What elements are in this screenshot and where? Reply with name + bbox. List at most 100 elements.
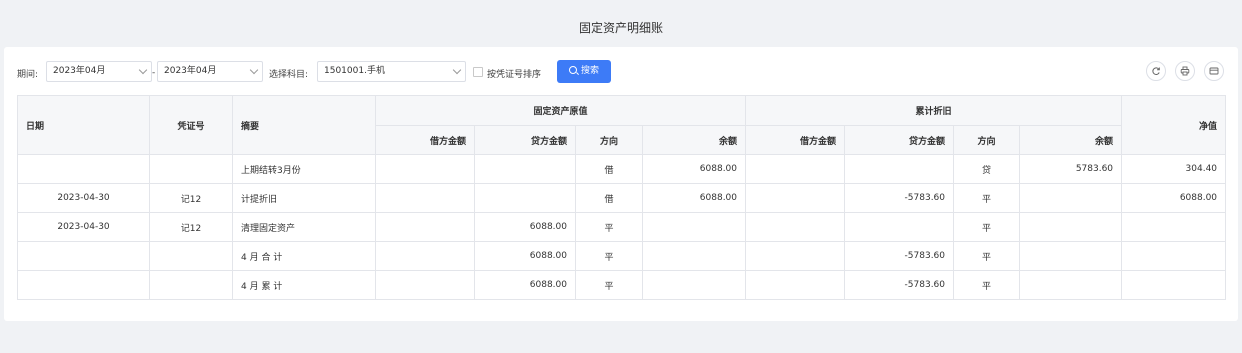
cell-original-credit: 6088.00 [474,270,576,300]
cell-depreciation-debit [745,270,846,300]
cell-net [1121,212,1227,242]
cell-original-credit: 6088.00 [474,212,576,242]
cell-summary: 清理固定资产 [232,212,376,242]
table-row: 2023-04-30 记12 计提折旧 借 6088.00 -5783.60 平… [17,183,1227,213]
cell-date: 2023-04-30 [17,183,150,213]
depreciation-debit-header: 借方金额 [745,125,846,155]
period-end-select[interactable]: 2023年04月 [157,61,263,82]
cell-depreciation-debit [745,212,846,242]
cell-depreciation-debit [745,183,846,213]
cell-summary: 计提折旧 [232,183,376,213]
cell-depreciation-balance: 5783.60 [1019,154,1123,184]
cell-original-balance [641,270,747,300]
table-row: 上期结转3月份 借 6088.00 贷 5783.60 304.40 [17,154,1227,184]
cell-original-credit [474,154,576,184]
cell-original-balance [641,212,747,242]
cell-summary: 上期结转3月份 [232,154,376,184]
original-debit-header: 借方金额 [375,125,475,155]
depreciation-balance-header: 余额 [1019,125,1123,155]
refresh-icon [1152,67,1160,75]
cell-original-direction: 平 [575,212,643,242]
period-label: 期间: [17,70,39,80]
period-start-select[interactable]: 2023年04月 [46,61,152,82]
cell-date [17,154,150,184]
cell-depreciation-direction: 贷 [953,154,1021,184]
depreciation-direction-header: 方向 [953,125,1021,155]
cell-voucher [149,154,233,184]
sort-by-voucher-label[interactable]: 按凭证号排序 [487,67,541,80]
cell-depreciation-direction: 平 [953,183,1021,213]
original-direction-header: 方向 [575,125,643,155]
cell-original-balance: 6088.00 [641,183,747,213]
chevron-down-icon [452,65,462,75]
original-balance-header: 余额 [641,125,747,155]
cell-voucher [149,270,233,300]
subject-value: 1501001.手机 [324,66,385,76]
search-button-label: 搜索 [580,66,599,76]
cell-original-debit [375,183,475,213]
table-row: 2023-04-30 记12 清理固定资产 6088.00 平 平 [17,212,1227,242]
cell-original-direction: 平 [575,241,643,271]
cell-net: 304.40 [1121,154,1227,184]
cell-depreciation-direction: 平 [953,212,1021,242]
filter-toolbar: 期间: 2023年04月 - 2023年04月 选择科目: 1501001.手机… [4,47,1238,95]
print-button[interactable] [1175,61,1195,81]
printer-icon [1180,66,1190,76]
group-depreciation-header: 累计折旧 [745,95,1123,126]
refresh-button[interactable] [1146,61,1166,81]
cell-original-debit [375,212,475,242]
search-icon [568,66,577,74]
cell-original-direction: 借 [575,183,643,213]
group-original-value-header: 固定资产原值 [374,95,747,126]
search-button[interactable]: 搜索 [557,60,611,83]
cell-depreciation-balance [1019,241,1123,271]
cell-summary: 4 月 累 计 [232,270,376,300]
cell-summary: 4 月 合 计 [232,241,376,271]
cell-net [1121,241,1227,271]
cell-depreciation-debit [745,154,846,184]
cell-voucher[interactable]: 记12 [149,183,233,213]
cell-depreciation-balance [1019,212,1123,242]
cell-depreciation-balance [1019,270,1123,300]
chevron-down-icon [138,65,148,75]
col-net-header: 净值 [1121,95,1227,155]
cell-original-balance: 6088.00 [641,154,747,184]
cell-voucher[interactable]: 记12 [149,212,233,242]
cell-original-balance [641,241,747,271]
cell-original-debit [375,270,475,300]
subject-select[interactable]: 1501001.手机 [317,61,466,82]
cell-date: 2023-04-30 [17,212,150,242]
cell-depreciation-credit [844,154,955,184]
period-start-value: 2023年04月 [53,66,106,76]
subject-label: 选择科目: [269,70,309,80]
cell-date [17,270,150,300]
col-voucher-header: 凭证号 [149,95,233,155]
cell-depreciation-direction: 平 [953,270,1021,300]
cell-original-debit [375,154,475,184]
cell-original-debit [375,241,475,271]
period-end-value: 2023年04月 [164,66,217,76]
period-separator: - [152,68,156,78]
col-summary-header: 摘要 [232,95,376,155]
cell-depreciation-balance [1019,183,1123,213]
cell-net [1121,270,1227,300]
cell-depreciation-credit: -5783.60 [844,183,955,213]
cell-original-credit [474,183,576,213]
cell-original-direction: 平 [575,270,643,300]
cell-original-direction: 借 [575,154,643,184]
cell-depreciation-direction: 平 [953,241,1021,271]
card-icon [1209,67,1219,75]
chevron-down-icon [249,65,259,75]
cell-original-credit: 6088.00 [474,241,576,271]
table-row: 4 月 累 计 6088.00 平 -5783.60 平 [17,270,1227,300]
ledger-table: 日期 凭证号 摘要 固定资产原值 累计折旧 净值 借方金额 贷方金额 方向 余额… [17,95,1227,300]
original-credit-header: 贷方金额 [474,125,576,155]
export-button[interactable] [1204,61,1224,81]
sort-by-voucher-checkbox[interactable] [473,67,483,77]
table-row: 4 月 合 计 6088.00 平 -5783.60 平 [17,241,1227,271]
cell-date [17,241,150,271]
ledger-card: 期间: 2023年04月 - 2023年04月 选择科目: 1501001.手机… [4,47,1238,321]
page-title: 固定资产明细账 [578,21,663,35]
depreciation-credit-header: 贷方金额 [844,125,955,155]
cell-voucher [149,241,233,271]
